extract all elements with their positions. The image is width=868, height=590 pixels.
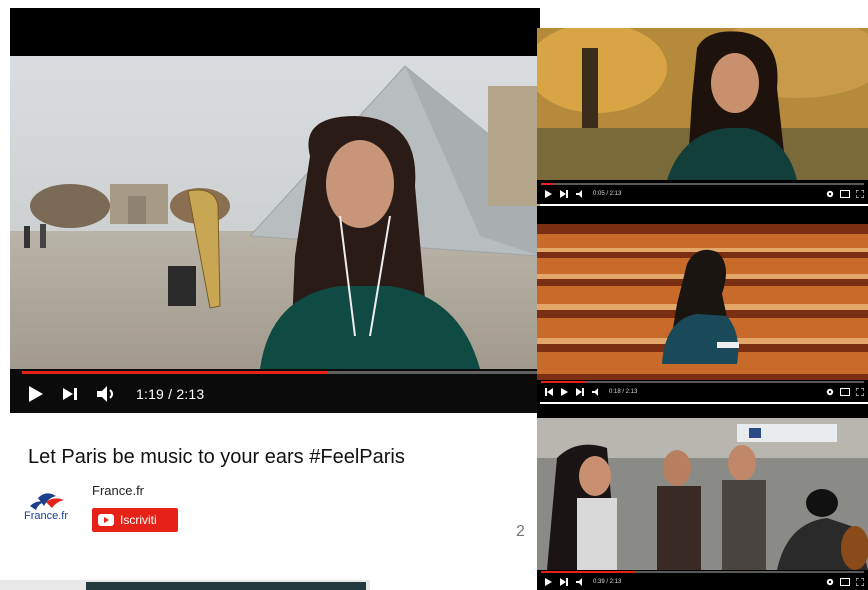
video-scene-concert-hall (537, 224, 868, 380)
fullscreen-icon[interactable] (855, 573, 865, 590)
settings-icon[interactable] (826, 573, 834, 590)
side-progress-bar[interactable] (541, 183, 864, 185)
side-time-display: 0:18 / 2:13 (609, 388, 638, 395)
video-title: Let Paris be music to your ears #FeelPar… (28, 446, 405, 468)
volume-icon[interactable] (576, 577, 585, 586)
play-icon[interactable] (28, 385, 44, 403)
subscribe-button[interactable]: Iscriviti (92, 508, 178, 532)
france-logo-icon (30, 493, 64, 510)
side-video-3[interactable]: 0:39 / 2:13 (537, 404, 868, 590)
play-icon[interactable] (545, 577, 552, 586)
volume-icon[interactable] (96, 385, 118, 403)
side-video-3-controls: 0:39 / 2:13 (537, 570, 868, 590)
side-progress-bar[interactable] (541, 381, 864, 383)
video-scene-metro-orchestra (537, 418, 868, 570)
main-video-frame[interactable] (10, 56, 540, 369)
play-icon[interactable] (545, 189, 552, 198)
previous-icon[interactable] (545, 387, 553, 396)
next-icon[interactable] (560, 577, 568, 586)
main-progress-fill (22, 371, 328, 374)
side-progress-fill (541, 571, 635, 573)
bottom-thumbnail[interactable] (86, 582, 366, 590)
side-progress-bar[interactable] (541, 571, 864, 573)
next-icon[interactable] (576, 387, 584, 396)
channel-logo[interactable]: France.fr (24, 484, 80, 532)
channel-name[interactable]: France.fr (92, 483, 144, 498)
theater-mode-icon[interactable] (840, 573, 850, 590)
main-progress-bar[interactable] (22, 371, 540, 374)
fullscreen-icon[interactable] (855, 383, 865, 401)
play-icon[interactable] (561, 387, 568, 396)
settings-icon[interactable] (826, 185, 834, 203)
theater-mode-icon[interactable] (840, 383, 850, 401)
main-player-controls: 1:19 / 2:13 (10, 369, 540, 413)
subscribe-label: Iscriviti (120, 513, 157, 527)
video-scene-louvre (10, 56, 540, 369)
side-video-1-frame[interactable] (537, 28, 868, 180)
time-display: 1:19 / 2:13 (136, 386, 205, 402)
side-video-3-frame[interactable] (537, 418, 868, 570)
side-time-display: 0:05 / 2:13 (593, 190, 622, 197)
side-progress-fill (541, 381, 587, 383)
next-icon[interactable] (62, 386, 78, 402)
video-scene-park (537, 28, 868, 180)
youtube-play-icon (98, 514, 114, 526)
partial-count: 2 (516, 523, 525, 540)
side-video-2-controls: 0:18 / 2:13 (537, 380, 868, 400)
side-video-1[interactable]: 0:05 / 2:13 (537, 28, 868, 204)
side-video-2[interactable]: 0:18 / 2:13 (537, 206, 868, 402)
channel-logo-text: France.fr (24, 510, 69, 522)
fullscreen-icon[interactable] (855, 185, 865, 203)
side-video-2-frame[interactable] (537, 224, 868, 380)
side-progress-fill (541, 183, 554, 185)
volume-icon[interactable] (576, 189, 585, 198)
theater-mode-icon[interactable] (840, 185, 850, 203)
main-video-player[interactable]: 1:19 / 2:13 (10, 8, 540, 413)
settings-icon[interactable] (826, 383, 834, 401)
side-time-display: 0:39 / 2:13 (593, 578, 622, 585)
next-icon[interactable] (560, 189, 568, 198)
side-video-1-controls: 0:05 / 2:13 (537, 182, 868, 202)
volume-icon[interactable] (592, 387, 601, 396)
